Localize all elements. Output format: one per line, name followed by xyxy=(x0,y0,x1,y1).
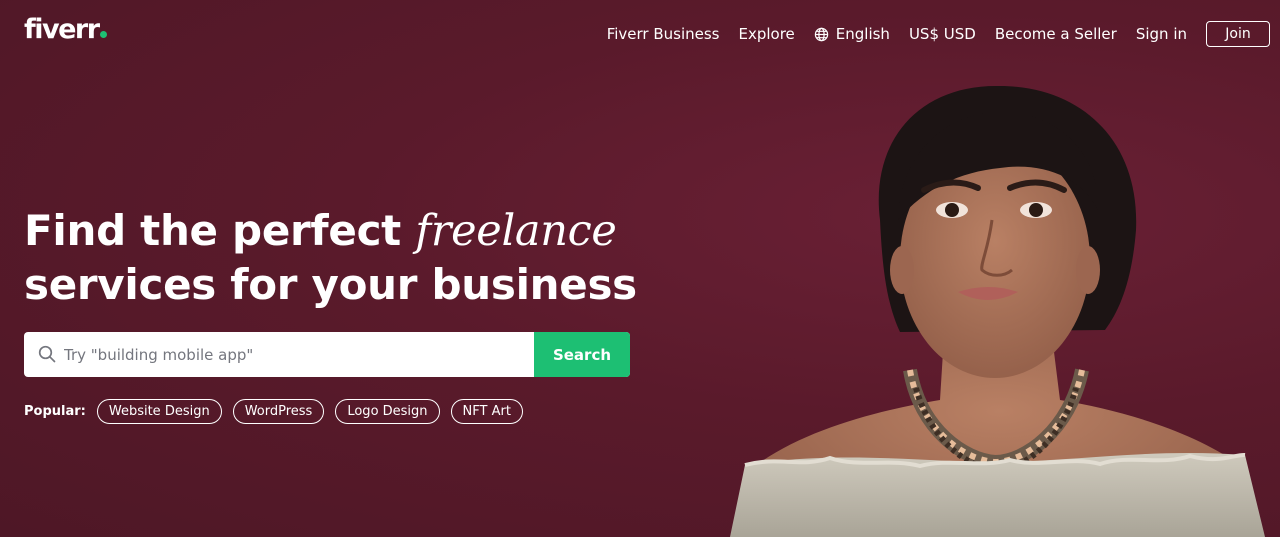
search-input[interactable] xyxy=(64,332,534,377)
headline-part-2: services for your business xyxy=(24,260,637,309)
nav-language[interactable]: English xyxy=(814,25,890,43)
top-nav: Fiverr Business Explore English US$ USD … xyxy=(607,20,1270,48)
popular-tag-logo-design[interactable]: Logo Design xyxy=(335,399,440,424)
logo-dot xyxy=(99,31,107,38)
popular-tag-nft-art[interactable]: NFT Art xyxy=(450,399,523,424)
join-button[interactable]: Join xyxy=(1206,21,1270,47)
nav-become-seller[interactable]: Become a Seller xyxy=(995,25,1117,43)
headline-accent: freelance xyxy=(415,206,617,256)
nav-explore[interactable]: Explore xyxy=(738,25,794,43)
popular-tag-website-design[interactable]: Website Design xyxy=(96,399,222,424)
hero-section: fiverr Fiverr Business Explore English U… xyxy=(0,0,1280,537)
globe-icon xyxy=(814,27,828,41)
fiverr-logo[interactable]: fiverr xyxy=(24,14,107,45)
nav-sign-in[interactable]: Sign in xyxy=(1136,25,1187,43)
nav-currency[interactable]: US$ USD xyxy=(909,25,976,43)
search-button[interactable]: Search xyxy=(534,332,630,377)
popular-tag-wordpress[interactable]: WordPress xyxy=(232,399,325,424)
search-icon xyxy=(38,345,56,363)
nav-language-label: English xyxy=(835,25,890,43)
headline-part-1: Find the perfect xyxy=(24,206,401,255)
nav-fiverr-business[interactable]: Fiverr Business xyxy=(607,25,720,43)
search-bar: Search xyxy=(24,332,630,377)
popular-label: Popular: xyxy=(24,404,86,419)
hero-portrait-image xyxy=(730,85,1265,537)
logo-text: fiverr xyxy=(24,14,100,45)
popular-searches: Popular: Website Design WordPress Logo D… xyxy=(24,399,534,424)
hero-headline: Find the perfect freelance services for … xyxy=(24,204,637,311)
